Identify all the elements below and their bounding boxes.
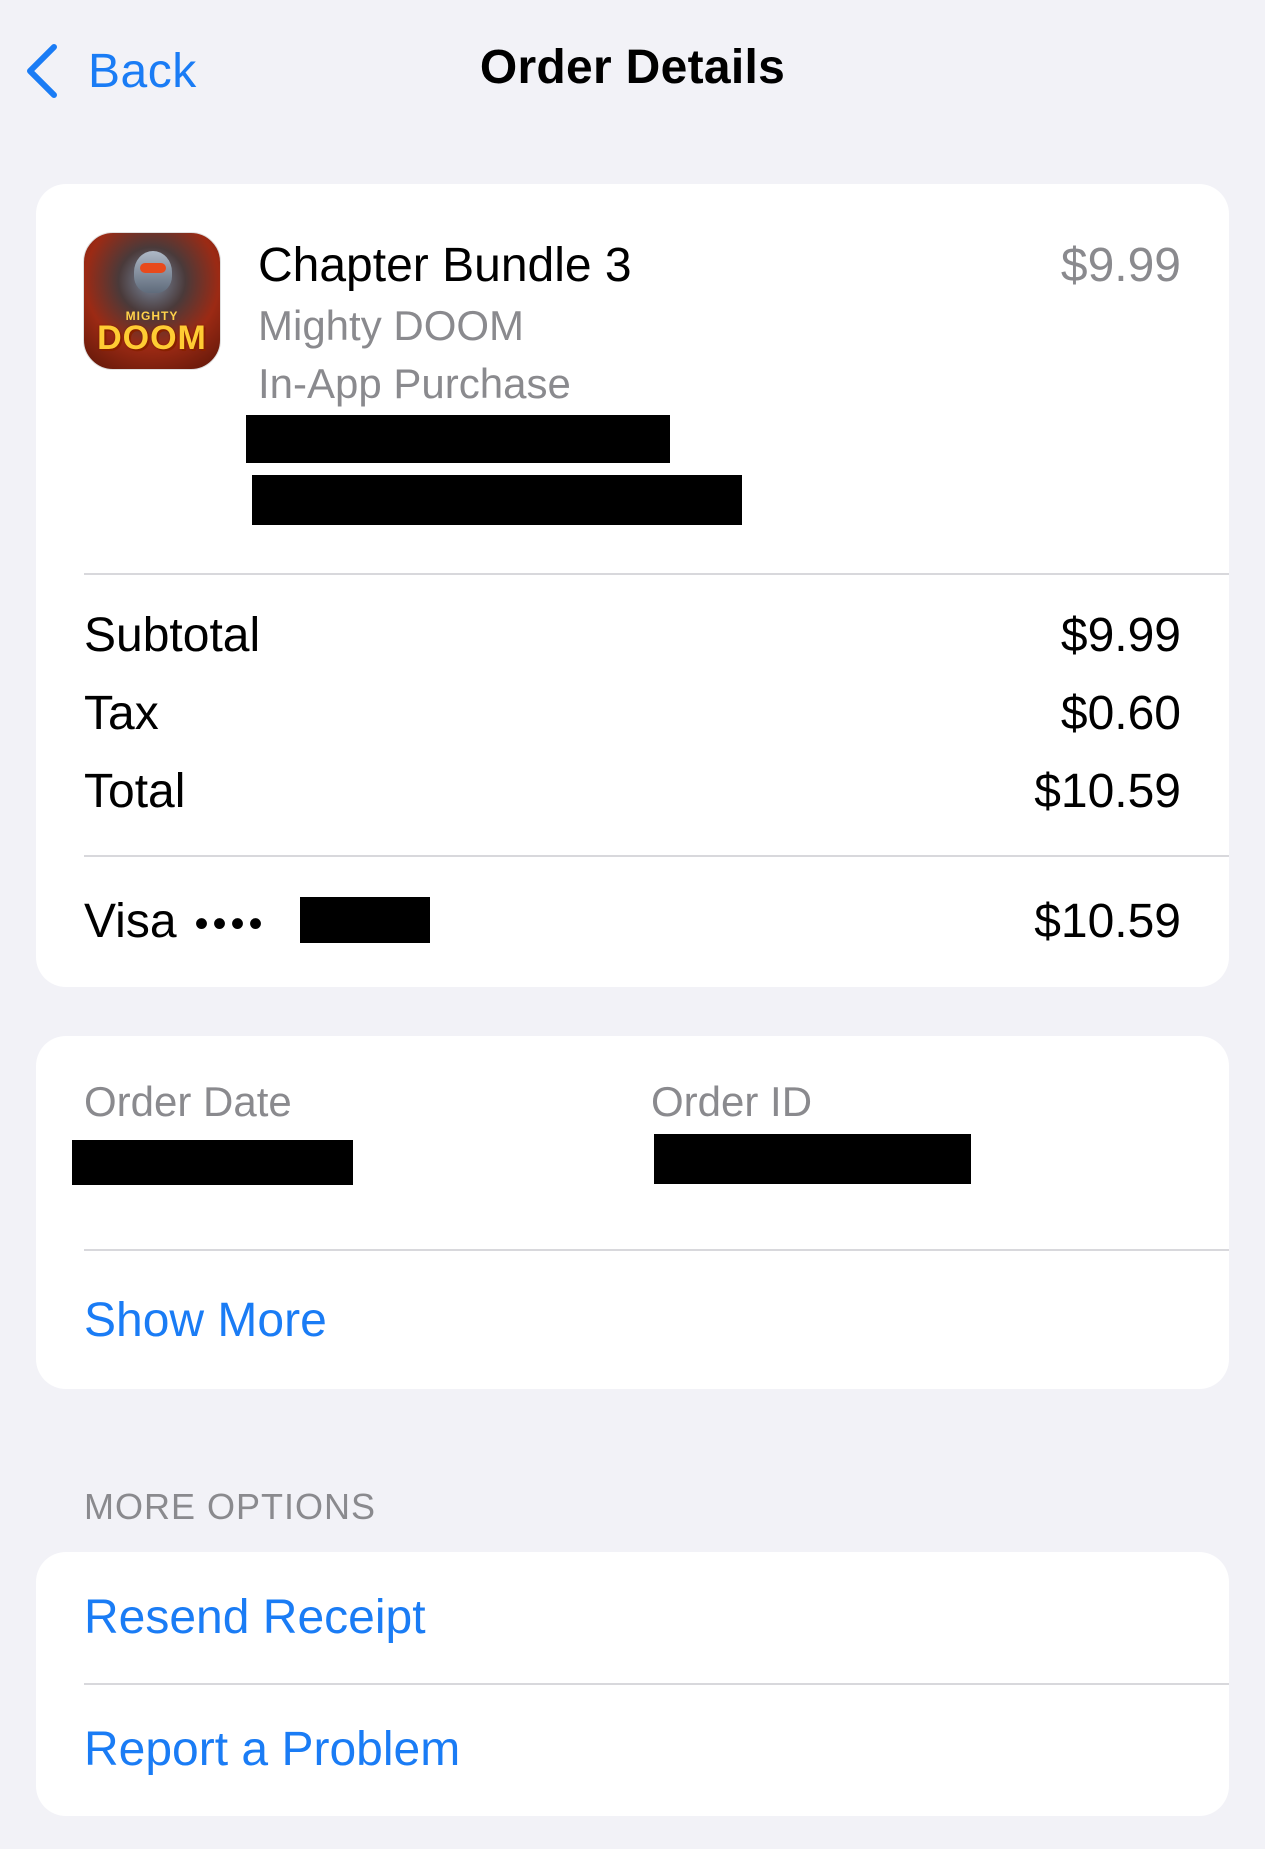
order-date-label: Order Date: [84, 1078, 292, 1125]
payment-method-label: Visa: [84, 895, 177, 948]
item-purchase-type: In-App Purchase: [258, 360, 571, 407]
redacted-block: [654, 1134, 971, 1184]
tax-value: $0.60: [1060, 687, 1181, 740]
show-more-button[interactable]: Show More: [84, 1293, 327, 1348]
icon-brand-large: DOOM: [97, 319, 207, 357]
navigation-bar: Back Order Details: [0, 0, 1265, 140]
redacted-block: [246, 415, 670, 463]
redacted-block: [252, 475, 742, 525]
order-summary-card: MIGHTY DOOM Chapter Bundle 3 Mighty DOOM…: [36, 184, 1229, 987]
subtotal-value: $9.99: [1060, 609, 1181, 662]
item-app-name: Mighty DOOM: [258, 302, 525, 349]
masked-card-dots: ••••: [194, 902, 267, 946]
payment-amount: $10.59: [1034, 895, 1181, 948]
divider: [84, 1249, 1229, 1251]
resend-receipt-button[interactable]: Resend Receipt: [84, 1590, 426, 1645]
divider: [84, 855, 1229, 857]
item-title: Chapter Bundle 3: [258, 239, 632, 292]
order-info-card: Order Date Order ID Show More: [36, 1036, 1229, 1389]
order-id-label: Order ID: [651, 1078, 813, 1125]
page-title: Order Details: [479, 41, 786, 94]
divider: [84, 1683, 1229, 1685]
redacted-block: [300, 897, 430, 943]
tax-label: Tax: [84, 687, 159, 740]
subtotal-label: Subtotal: [84, 609, 261, 662]
divider: [84, 573, 1229, 575]
more-options-card: Resend Receipt Report a Problem: [36, 1552, 1229, 1816]
total-label: Total: [84, 765, 186, 818]
icon-robot-visor: [140, 263, 166, 273]
redacted-block: [72, 1140, 353, 1185]
item-price: $9.99: [1060, 239, 1181, 292]
total-value: $10.59: [1034, 765, 1181, 818]
payment-method: Visa ••••: [84, 894, 267, 949]
mighty-doom-app-icon: MIGHTY DOOM: [83, 232, 221, 370]
more-options-header: MORE OPTIONS: [84, 1486, 377, 1527]
report-problem-button[interactable]: Report a Problem: [84, 1722, 460, 1777]
